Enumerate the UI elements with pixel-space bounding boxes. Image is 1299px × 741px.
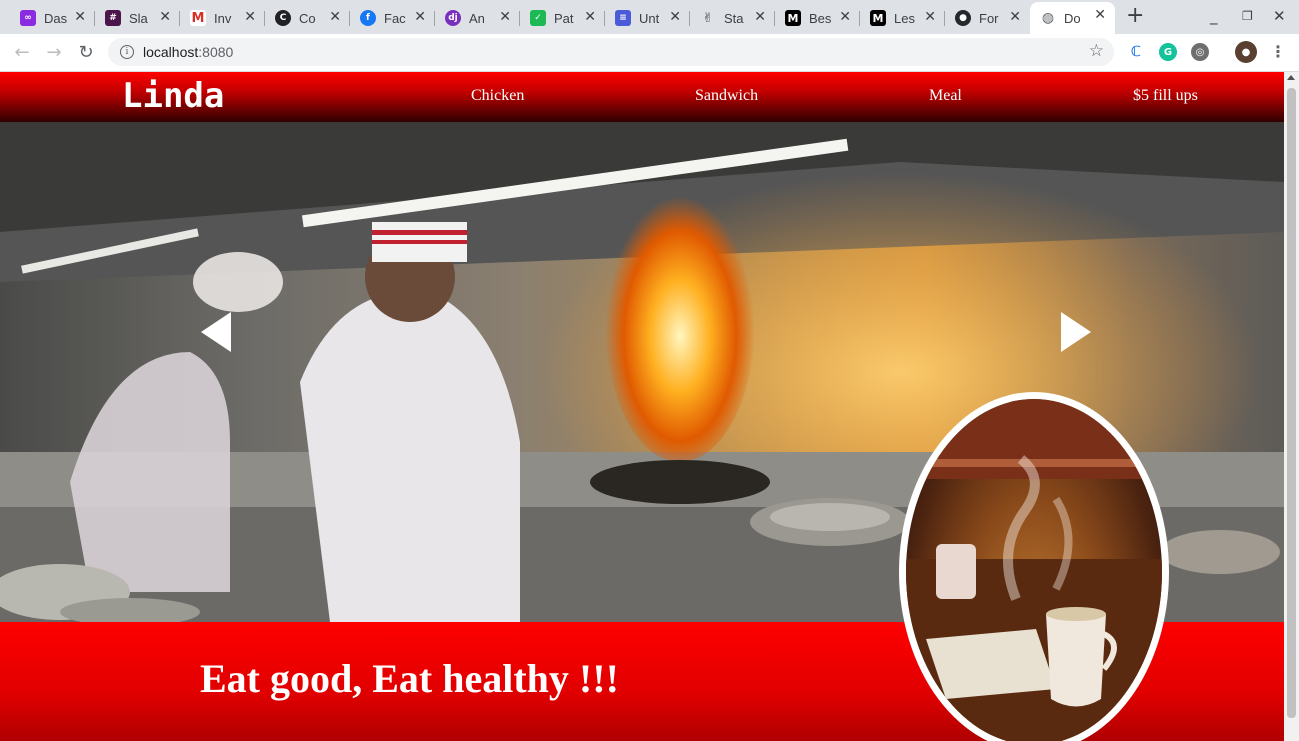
medium-icon: M — [870, 10, 886, 26]
django-icon: dj — [445, 10, 461, 26]
coffee-photo — [906, 399, 1162, 741]
close-icon[interactable]: ✕ — [584, 9, 596, 25]
site-logo[interactable]: Linda — [122, 76, 224, 116]
tab-title: Sta — [724, 10, 744, 26]
close-icon[interactable]: ✕ — [1009, 9, 1021, 25]
tab-medium-2[interactable]: M Les ✕ — [860, 4, 945, 32]
close-icon[interactable]: ✕ — [1094, 7, 1106, 23]
patreon-icon: ✓ — [530, 10, 546, 26]
minimize-button[interactable]: _ — [1210, 7, 1218, 25]
close-window-button[interactable]: ✕ — [1273, 7, 1286, 25]
close-icon[interactable]: ✕ — [499, 9, 511, 25]
carousel-prev-arrow[interactable] — [201, 312, 231, 352]
tab-gmail[interactable]: M Inv ✕ — [180, 4, 265, 32]
medium-icon: M — [785, 10, 801, 26]
info-icon[interactable]: i — [120, 45, 134, 59]
close-icon[interactable]: ✕ — [669, 9, 681, 25]
new-tab-button[interactable]: + — [1126, 5, 1144, 27]
grammarly-icon[interactable]: G — [1159, 43, 1177, 61]
tab-facebook[interactable]: f Fac ✕ — [350, 4, 435, 32]
tab-title: Bes — [809, 10, 832, 26]
nav-link-meal[interactable]: Meal — [929, 87, 962, 105]
address-bar[interactable]: i localhost:8080 ☆ — [108, 38, 1114, 66]
tab-title: Les — [894, 10, 915, 26]
forward-button[interactable]: → — [42, 40, 66, 64]
victory-hand-icon: ✌ — [702, 10, 714, 26]
tab-title: Inv — [214, 10, 232, 26]
tab-title: Do — [1064, 10, 1081, 26]
page-content: Linda Chicken Sandwich Meal $5 fill ups — [0, 72, 1284, 741]
tab-django[interactable]: dj An ✕ — [435, 4, 520, 32]
tab-title: Das — [44, 10, 68, 26]
tab-patreon[interactable]: ✓ Pat ✕ — [520, 4, 605, 32]
gmail-icon: M — [190, 10, 206, 26]
url-port: :8080 — [198, 44, 234, 60]
avatar[interactable]: ● — [1235, 41, 1257, 63]
close-icon[interactable]: ✕ — [244, 9, 256, 25]
tab-strip: ∞ Das ✕ # Sla ✕ M Inv ✕ C Co ✕ f Fac ✕ d… — [0, 0, 1299, 34]
tab-title: For — [979, 10, 999, 26]
coffee-oval-image — [899, 392, 1169, 741]
tagline-heading: Eat good, Eat healthy !!! — [200, 656, 619, 701]
slack-icon: # — [105, 10, 121, 26]
close-icon[interactable]: ✕ — [414, 9, 426, 25]
url-host: localhost — [143, 44, 199, 60]
tab-slack[interactable]: # Sla ✕ — [95, 4, 180, 32]
close-icon[interactable]: ✕ — [159, 9, 171, 25]
close-icon[interactable]: ✕ — [329, 9, 341, 25]
restore-button[interactable]: ❐ — [1242, 9, 1253, 23]
close-icon[interactable]: ✕ — [74, 9, 86, 25]
menu-icon[interactable]: ⋮ — [1270, 42, 1286, 61]
tab-sta[interactable]: ✌ Sta ✕ — [690, 4, 775, 32]
coursera-icon: C — [275, 10, 291, 26]
tab-title: Co — [299, 10, 316, 26]
nav-link-fill-ups[interactable]: $5 fill ups — [1133, 87, 1198, 105]
tab-github[interactable]: ● For ✕ — [945, 4, 1030, 32]
tab-title: Unt — [639, 10, 660, 26]
extension-icon[interactable]: ◎ — [1191, 43, 1209, 61]
site-navbar: Linda Chicken Sandwich Meal $5 fill ups — [0, 72, 1284, 122]
tab-dashboard[interactable]: ∞ Das ✕ — [10, 4, 95, 32]
close-icon[interactable]: ✕ — [924, 9, 936, 25]
tab-docs[interactable]: ≡ Unt ✕ — [605, 4, 690, 32]
extension-icon[interactable]: ℂ — [1127, 43, 1145, 61]
tab-title: Fac — [384, 10, 406, 26]
monday-icon: ∞ — [20, 10, 36, 26]
scroll-up-icon[interactable] — [1287, 75, 1295, 80]
back-button[interactable]: ← — [10, 40, 34, 64]
reload-button[interactable]: ↻ — [74, 40, 98, 64]
bookmark-star-icon[interactable]: ☆ — [1089, 41, 1104, 61]
nav-link-sandwich[interactable]: Sandwich — [695, 87, 758, 105]
close-icon[interactable]: ✕ — [839, 9, 851, 25]
docs-icon: ≡ — [615, 10, 631, 26]
scrollbar-thumb[interactable] — [1287, 88, 1296, 718]
tab-title: Pat — [554, 10, 574, 26]
facebook-icon: f — [360, 10, 376, 26]
page-scrollbar[interactable] — [1284, 72, 1299, 741]
github-icon: ● — [955, 10, 971, 26]
tab-active[interactable]: ◍ Do ✕ — [1030, 2, 1115, 34]
globe-icon: ◍ — [1041, 10, 1055, 26]
close-icon[interactable]: ✕ — [754, 9, 766, 25]
browser-toolbar: ← → ↻ i localhost:8080 ☆ ℂ G ◎ ● ⋮ — [0, 34, 1299, 72]
tab-title: Sla — [129, 10, 148, 26]
tab-medium-1[interactable]: M Bes ✕ — [775, 4, 860, 32]
carousel-next-arrow[interactable] — [1061, 312, 1091, 352]
nav-link-chicken[interactable]: Chicken — [471, 87, 524, 105]
tab-title: An — [469, 10, 485, 26]
tab-coursera[interactable]: C Co ✕ — [265, 4, 350, 32]
